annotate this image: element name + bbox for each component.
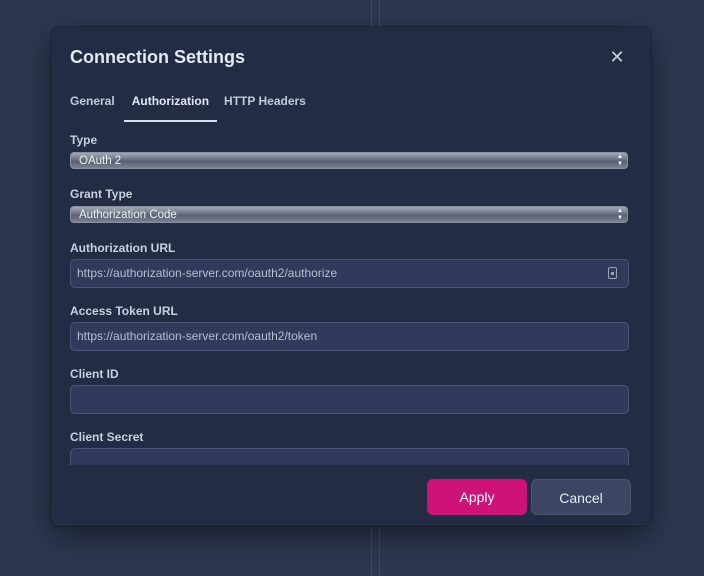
tab-http-headers[interactable]: HTTP Headers bbox=[224, 89, 306, 123]
authorization-url-input[interactable]: https://authorization-server.com/oauth2/… bbox=[70, 259, 629, 288]
cancel-button[interactable]: Cancel bbox=[531, 479, 631, 515]
type-select[interactable]: OAuth 2 ▲ ▼ bbox=[70, 152, 628, 169]
type-label: Type bbox=[70, 133, 98, 147]
tab-general[interactable]: General bbox=[70, 89, 115, 123]
connection-settings-dialog: Connection Settings ✕ General Authorizat… bbox=[51, 27, 651, 526]
select-arrows-icon: ▲ ▼ bbox=[617, 208, 623, 221]
keychain-icon[interactable] bbox=[608, 267, 617, 279]
apply-button[interactable]: Apply bbox=[427, 479, 527, 515]
grant-type-select-value: Authorization Code bbox=[79, 209, 177, 221]
tab-authorization[interactable]: Authorization bbox=[123, 89, 218, 123]
access-token-url-input[interactable]: https://authorization-server.com/oauth2/… bbox=[70, 322, 629, 351]
authorization-form: Type OAuth 2 ▲ ▼ Grant Type Authorization… bbox=[70, 133, 630, 465]
dialog-title: Connection Settings bbox=[70, 47, 245, 67]
authorization-url-placeholder: https://authorization-server.com/oauth2/… bbox=[77, 266, 338, 280]
authorization-url-label: Authorization URL bbox=[70, 241, 176, 255]
client-id-input[interactable] bbox=[70, 385, 629, 414]
select-arrows-icon: ▲ ▼ bbox=[617, 154, 623, 167]
tab-bar: General Authorization HTTP Headers bbox=[70, 89, 323, 123]
client-secret-label: Client Secret bbox=[70, 430, 144, 444]
client-secret-input[interactable] bbox=[70, 448, 629, 465]
access-token-url-label: Access Token URL bbox=[70, 304, 178, 318]
type-select-value: OAuth 2 bbox=[79, 155, 122, 167]
client-id-label: Client ID bbox=[70, 367, 119, 381]
grant-type-select[interactable]: Authorization Code ▲ ▼ bbox=[70, 206, 628, 223]
access-token-url-placeholder: https://authorization-server.com/oauth2/… bbox=[77, 329, 318, 343]
grant-type-label: Grant Type bbox=[70, 187, 133, 201]
close-icon[interactable]: ✕ bbox=[606, 46, 628, 68]
